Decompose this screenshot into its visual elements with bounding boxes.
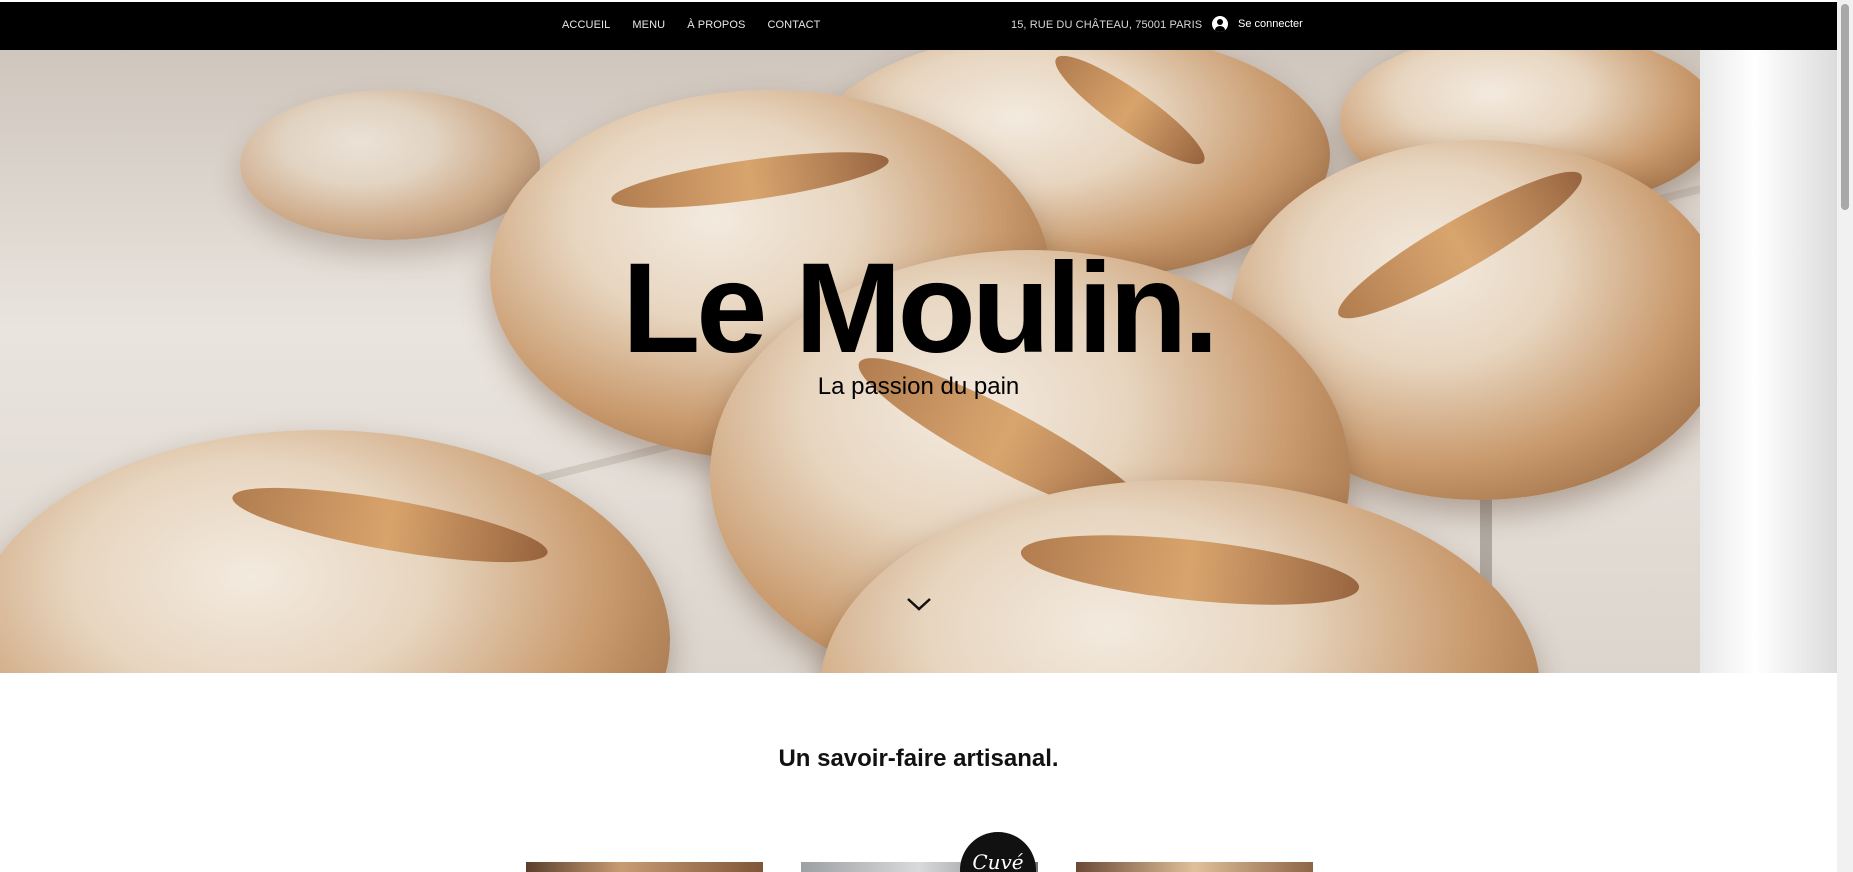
avatar-icon	[1212, 16, 1228, 32]
nav-item-menu[interactable]: MENU	[632, 19, 665, 31]
vertical-scrollbar[interactable]	[1837, 0, 1853, 872]
gallery-image-1[interactable]	[526, 862, 763, 872]
nav-item-accueil[interactable]: ACCUEIL	[562, 19, 610, 31]
address-text: 15, RUE DU CHÂTEAU, 75001 PARIS	[1011, 19, 1203, 31]
page: ACCUEIL MENU À PROPOS CONTACT 15, RUE DU…	[0, 0, 1853, 872]
chevron-down-icon[interactable]	[906, 595, 932, 613]
login-button[interactable]: Se connecter	[1212, 16, 1303, 32]
section-title: Un savoir-faire artisanal.	[778, 745, 1059, 772]
nav-item-a-propos[interactable]: À PROPOS	[687, 19, 745, 31]
gallery-image-3[interactable]	[1076, 862, 1313, 872]
hero-subtitle: La passion du pain	[817, 373, 1020, 400]
scrollbar-thumb[interactable]	[1841, 4, 1849, 210]
top-bar: ACCUEIL MENU À PROPOS CONTACT 15, RUE DU…	[0, 2, 1837, 50]
logo-badge: Cuvé	[960, 832, 1036, 872]
hero-title: Le Moulin.	[622, 237, 1219, 380]
nav-item-contact[interactable]: CONTACT	[767, 19, 820, 31]
login-label: Se connecter	[1238, 18, 1303, 30]
hero-banner: Le Moulin. La passion du pain	[0, 50, 1837, 673]
badge-text: Cuvé	[972, 850, 1024, 872]
main-nav: ACCUEIL MENU À PROPOS CONTACT	[562, 19, 843, 31]
